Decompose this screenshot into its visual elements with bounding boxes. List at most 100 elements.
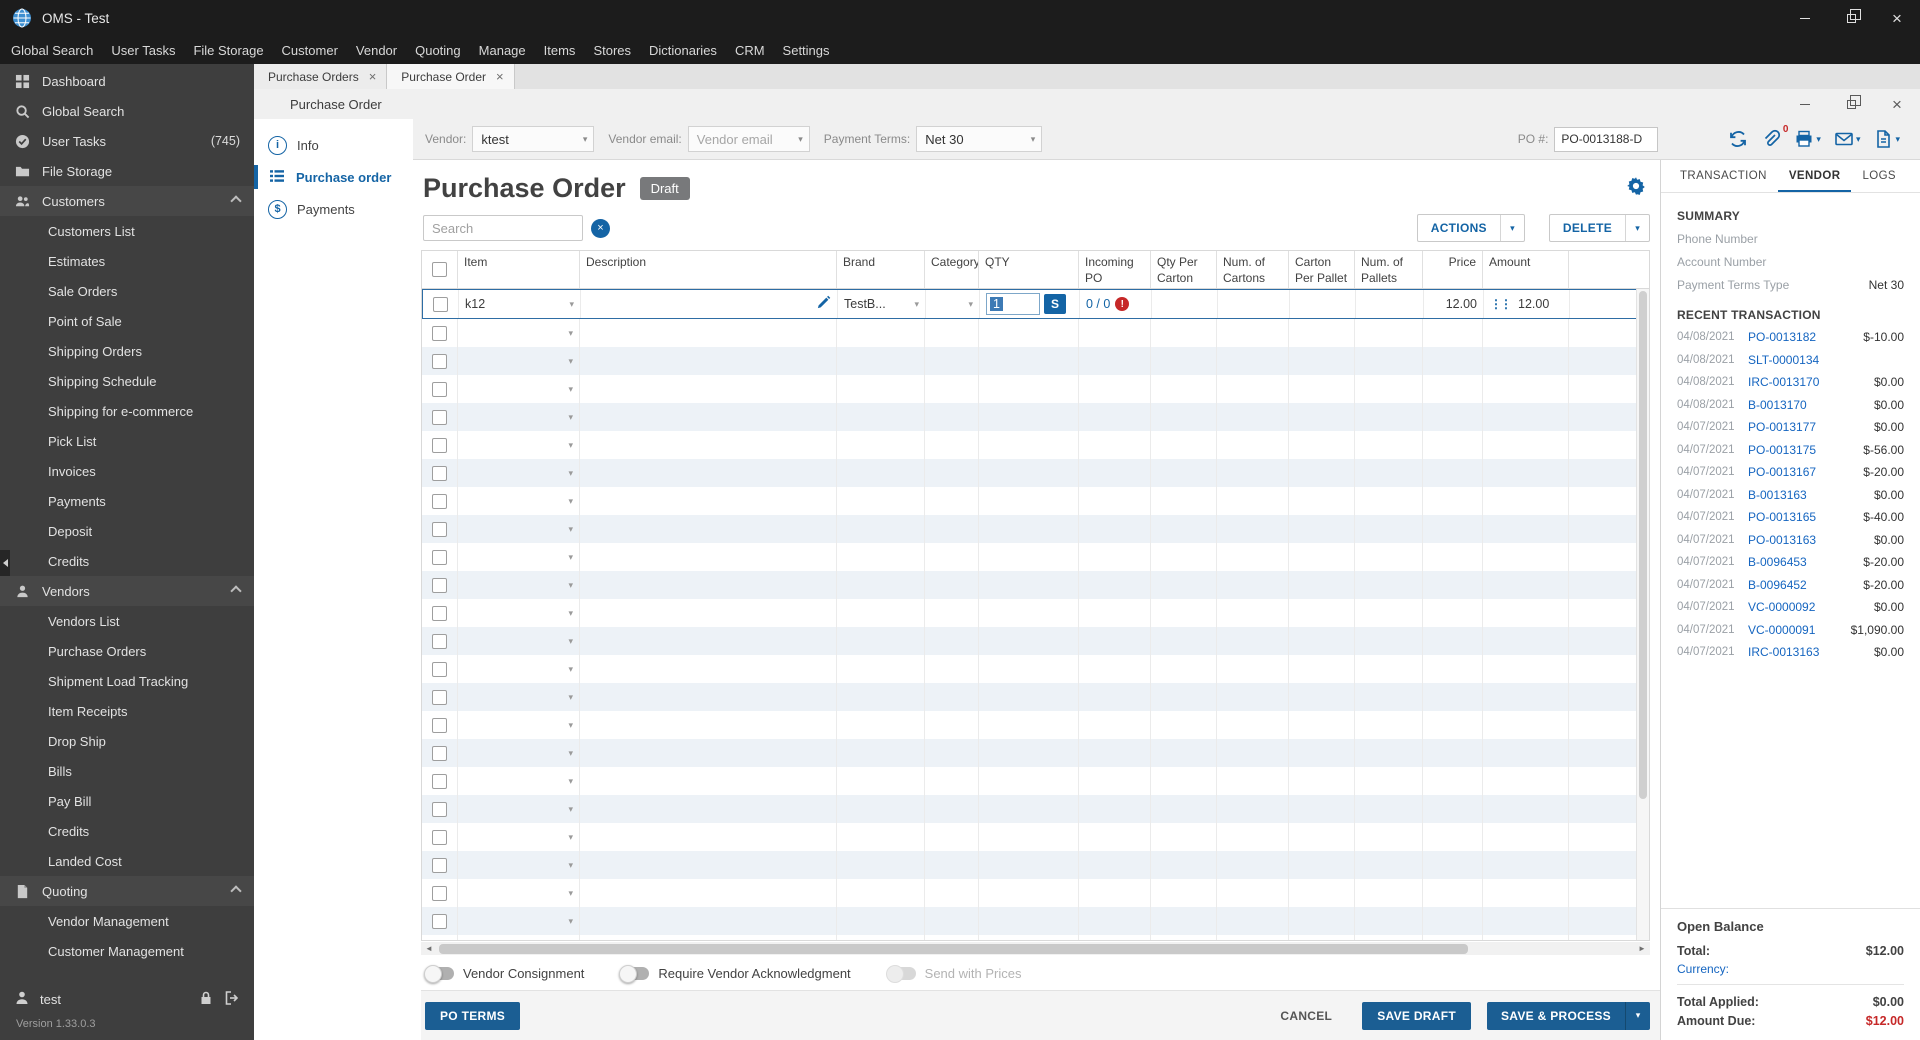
sidebar-item[interactable]: Dashboard <box>0 66 254 96</box>
scroll-right-icon[interactable]: ► <box>1634 944 1650 953</box>
sidebar-collapse-handle[interactable] <box>0 550 10 576</box>
empty-row[interactable]: ▾ <box>422 683 1649 711</box>
gear-icon[interactable] <box>1626 176 1646 201</box>
save-and-process-button[interactable]: SAVE & PROCESS ▾ <box>1486 1001 1650 1030</box>
empty-row[interactable]: ▾ <box>422 319 1649 347</box>
transaction-link[interactable]: IRC-0013163 <box>1741 645 1874 659</box>
nav-item-info[interactable]: i Info <box>254 129 413 161</box>
edit-pencil-icon[interactable] <box>816 295 831 313</box>
chevron-down-icon[interactable]: ▾ <box>1625 215 1649 241</box>
scrollbar-thumb[interactable] <box>439 943 1469 954</box>
substitute-button[interactable]: S <box>1044 294 1066 314</box>
toggle[interactable]: Vendor Consignment <box>424 964 584 983</box>
currency-link[interactable]: Currency: <box>1677 960 1904 978</box>
sidebar-item[interactable]: Point of Sale <box>0 306 254 336</box>
row-checkbox[interactable] <box>432 717 447 733</box>
transaction-link[interactable]: PO-0013163 <box>1741 533 1874 547</box>
empty-row[interactable]: ▾ <box>422 851 1649 879</box>
column-header[interactable]: Carton Per Pallet <box>1289 251 1355 288</box>
empty-row[interactable]: ▾ <box>422 767 1649 795</box>
transaction-link[interactable]: VC-0000091 <box>1741 623 1851 637</box>
actions-button[interactable]: ACTIONS ▾ <box>1416 214 1525 242</box>
sidebar-item[interactable]: Drop Ship <box>0 726 254 756</box>
empty-row[interactable]: ▾ <box>422 571 1649 599</box>
transaction-link[interactable]: PO-0013165 <box>1741 510 1863 524</box>
sidebar-item[interactable]: Customer Management <box>0 936 254 966</box>
payment-terms-combo[interactable]: Net 30 ▾ <box>916 126 1043 152</box>
transaction-link[interactable]: PO-0013167 <box>1741 465 1863 479</box>
sidebar-item[interactable]: Quoting <box>0 876 254 906</box>
empty-row[interactable]: ▾ <box>422 403 1649 431</box>
description-cell[interactable] <box>581 290 838 318</box>
sidebar-item[interactable]: Shipping Schedule <box>0 366 254 396</box>
row-checkbox[interactable] <box>432 577 447 593</box>
nav-item-purchase-order[interactable]: Purchase order <box>254 161 413 193</box>
sidebar-item[interactable]: Vendors <box>0 576 254 606</box>
row-checkbox[interactable] <box>432 661 447 677</box>
menu-item[interactable]: Quoting <box>406 36 470 64</box>
row-checkbox[interactable] <box>432 521 447 537</box>
category-cell[interactable]: ▾ <box>926 290 980 318</box>
row-checkbox[interactable] <box>432 549 447 565</box>
empty-row[interactable]: ▾ <box>422 487 1649 515</box>
sidebar-item[interactable]: Invoices <box>0 456 254 486</box>
vertical-scrollbar[interactable] <box>1636 289 1649 940</box>
sidebar-item[interactable]: Pay Bill <box>0 786 254 816</box>
sidebar-item[interactable]: Pick List <box>0 426 254 456</box>
menu-item[interactable]: Vendor <box>347 36 406 64</box>
sidebar-item[interactable]: Customers List <box>0 216 254 246</box>
toggle-switch[interactable] <box>424 964 454 983</box>
toggle-switch[interactable] <box>619 964 650 983</box>
column-header[interactable]: QTY <box>979 251 1079 288</box>
toggle[interactable]: Require Vendor Acknowledgment <box>619 964 851 983</box>
menu-item[interactable]: File Storage <box>184 36 272 64</box>
menu-item[interactable]: Settings <box>774 36 839 64</box>
empty-row[interactable]: ▾ <box>422 515 1649 543</box>
transaction-link[interactable]: SLT-0000134 <box>1741 353 1904 367</box>
sidebar-item[interactable]: Item Receipts <box>0 696 254 726</box>
empty-row[interactable]: ▾ <box>422 627 1649 655</box>
row-checkbox[interactable] <box>432 773 447 789</box>
column-header[interactable]: Num. of Pallets <box>1355 251 1423 288</box>
row-checkbox[interactable] <box>432 745 447 761</box>
panel-tab[interactable]: VENDOR <box>1777 160 1852 192</box>
inner-close-button[interactable]: × <box>1874 89 1920 119</box>
sidebar-item[interactable]: Credits <box>0 546 254 576</box>
export-document-icon[interactable]: ▾ <box>1873 129 1900 149</box>
app-close-button[interactable]: × <box>1874 0 1920 36</box>
cancel-button[interactable]: CANCEL <box>1266 1009 1346 1023</box>
column-header[interactable]: Incoming PO <box>1079 251 1151 288</box>
inner-minimize-button[interactable] <box>1782 89 1828 119</box>
empty-row[interactable]: ▾ <box>422 375 1649 403</box>
row-checkbox[interactable] <box>432 325 447 341</box>
sidebar-item[interactable]: Global Search <box>0 96 254 126</box>
sidebar-item[interactable]: Bills <box>0 756 254 786</box>
empty-row[interactable]: ▾ <box>422 795 1649 823</box>
row-checkbox[interactable] <box>432 801 447 817</box>
toggle-switch[interactable] <box>885 964 916 983</box>
row-checkbox[interactable] <box>432 605 447 621</box>
po-line-row[interactable]: k12 ▾ TestB... ▾ ▾ 1 S 0 / 0 ! 12.00 ⋮⋮ … <box>422 289 1649 319</box>
empty-row[interactable]: ▾ <box>422 711 1649 739</box>
app-restore-button[interactable] <box>1828 0 1874 36</box>
chevron-down-icon[interactable]: ▾ <box>1625 1001 1650 1030</box>
menu-item[interactable]: Global Search <box>2 36 102 64</box>
empty-row[interactable]: ▾ <box>422 347 1649 375</box>
horizontal-scrollbar[interactable]: ◄ ► <box>421 942 1650 955</box>
column-header[interactable]: Price <box>1423 251 1483 288</box>
scrollbar-thumb[interactable] <box>1639 291 1647 799</box>
sidebar-item[interactable]: Estimates <box>0 246 254 276</box>
sidebar-item[interactable]: Customers <box>0 186 254 216</box>
panel-tab[interactable]: TRANSACTION <box>1669 160 1778 192</box>
column-header[interactable]: Num. of Cartons <box>1217 251 1289 288</box>
transaction-link[interactable]: B-0096453 <box>1741 555 1863 569</box>
column-header[interactable]: Qty Per Carton <box>1151 251 1217 288</box>
sidebar-item[interactable]: Purchase Orders <box>0 636 254 666</box>
empty-row[interactable]: ▾ <box>422 739 1649 767</box>
po-terms-button[interactable]: PO TERMS <box>425 1001 521 1030</box>
transaction-link[interactable]: IRC-0013170 <box>1741 375 1874 389</box>
print-icon[interactable]: ▾ <box>1794 129 1821 149</box>
sidebar-item[interactable]: Sale Orders <box>0 276 254 306</box>
row-checkbox[interactable] <box>432 437 447 453</box>
row-checkbox[interactable] <box>432 913 447 929</box>
